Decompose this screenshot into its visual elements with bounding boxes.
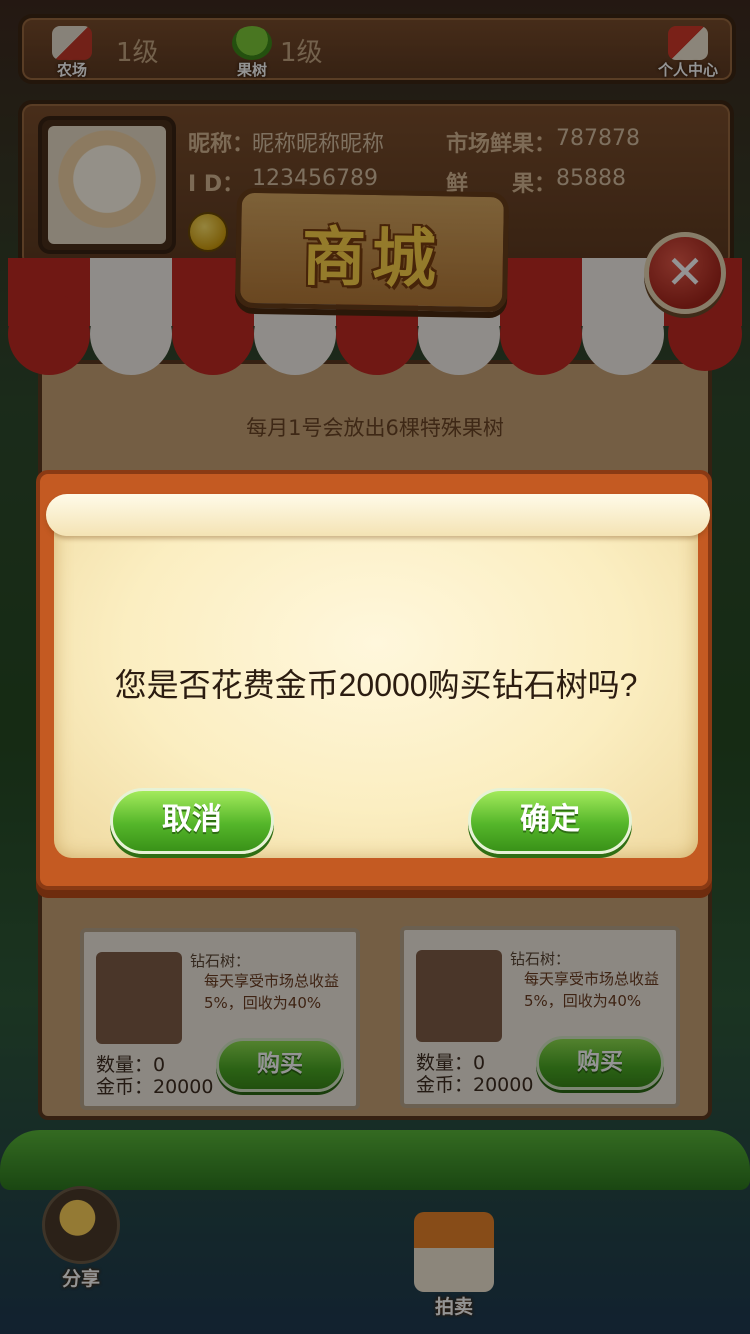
parchment-roll <box>46 494 710 536</box>
cancel-button[interactable]: 取消 <box>110 788 274 854</box>
dialog-message: 您是否花费金币20000购买钻石树吗? <box>114 667 638 703</box>
dialog-parchment: 您是否花费金币20000购买钻石树吗? 取消 确定 <box>54 500 698 858</box>
confirm-dialog: 您是否花费金币20000购买钻石树吗? 取消 确定 <box>36 470 712 890</box>
confirm-button[interactable]: 确定 <box>468 788 632 854</box>
